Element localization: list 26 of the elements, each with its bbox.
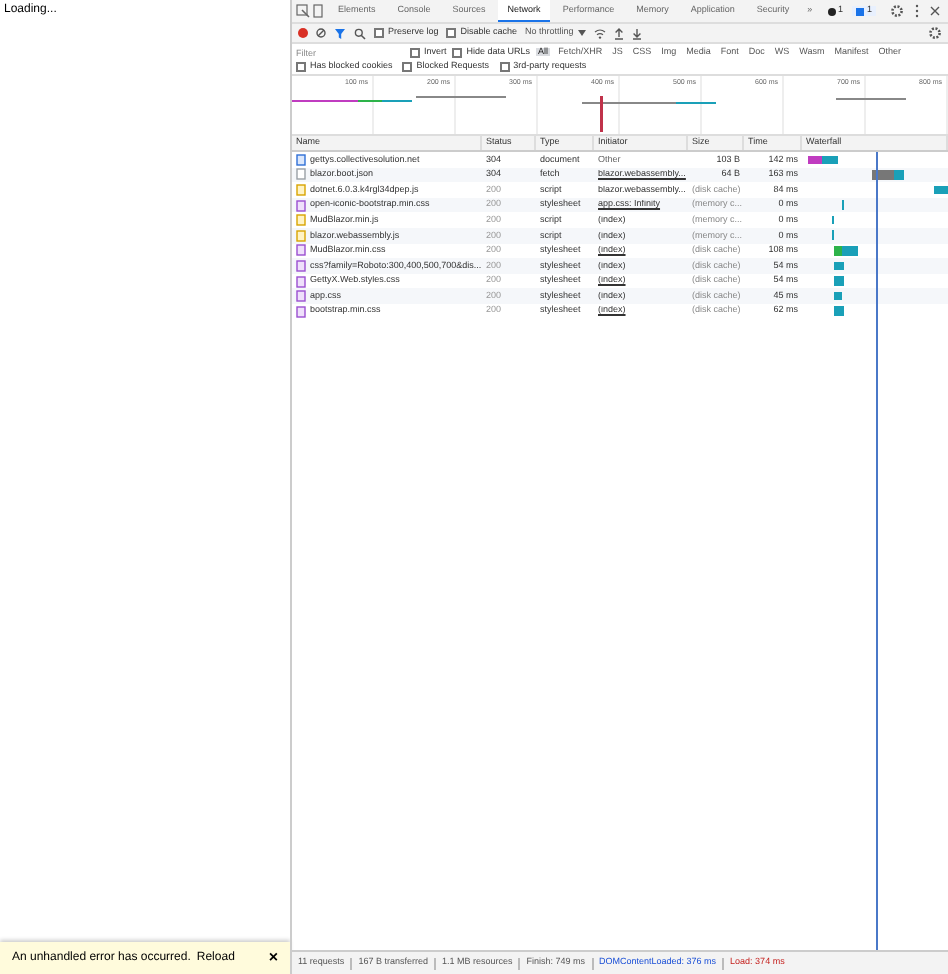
clear-icon[interactable] xyxy=(316,28,326,38)
checkbox[interactable] xyxy=(446,28,457,38)
download-icon[interactable] xyxy=(631,27,642,39)
more-menu-icon[interactable] xyxy=(914,4,920,18)
network-conditions-icon[interactable] xyxy=(593,27,606,39)
caret-icon xyxy=(577,30,586,36)
waterfall-bar xyxy=(834,291,843,301)
search-icon[interactable] xyxy=(354,27,366,39)
checkbox[interactable] xyxy=(296,62,306,72)
upload-icon[interactable] xyxy=(613,27,624,39)
waterfall-bar xyxy=(834,276,845,286)
checkbox[interactable] xyxy=(374,28,384,38)
checkbox[interactable] xyxy=(402,62,413,72)
checkbox[interactable] xyxy=(410,47,420,57)
settings-icon[interactable] xyxy=(928,26,942,40)
waterfall-bar xyxy=(834,261,845,271)
issue-icon xyxy=(856,7,865,15)
inspect-icon[interactable] xyxy=(296,4,310,18)
waterfall-bar xyxy=(934,185,948,195)
settings-icon[interactable] xyxy=(890,4,904,18)
record-icon[interactable] xyxy=(298,28,308,38)
checkbox[interactable] xyxy=(452,47,463,57)
waterfall-bar xyxy=(834,306,845,316)
checkbox[interactable] xyxy=(499,62,510,72)
close-button[interactable]: × xyxy=(268,950,278,966)
close-icon[interactable] xyxy=(930,6,940,16)
